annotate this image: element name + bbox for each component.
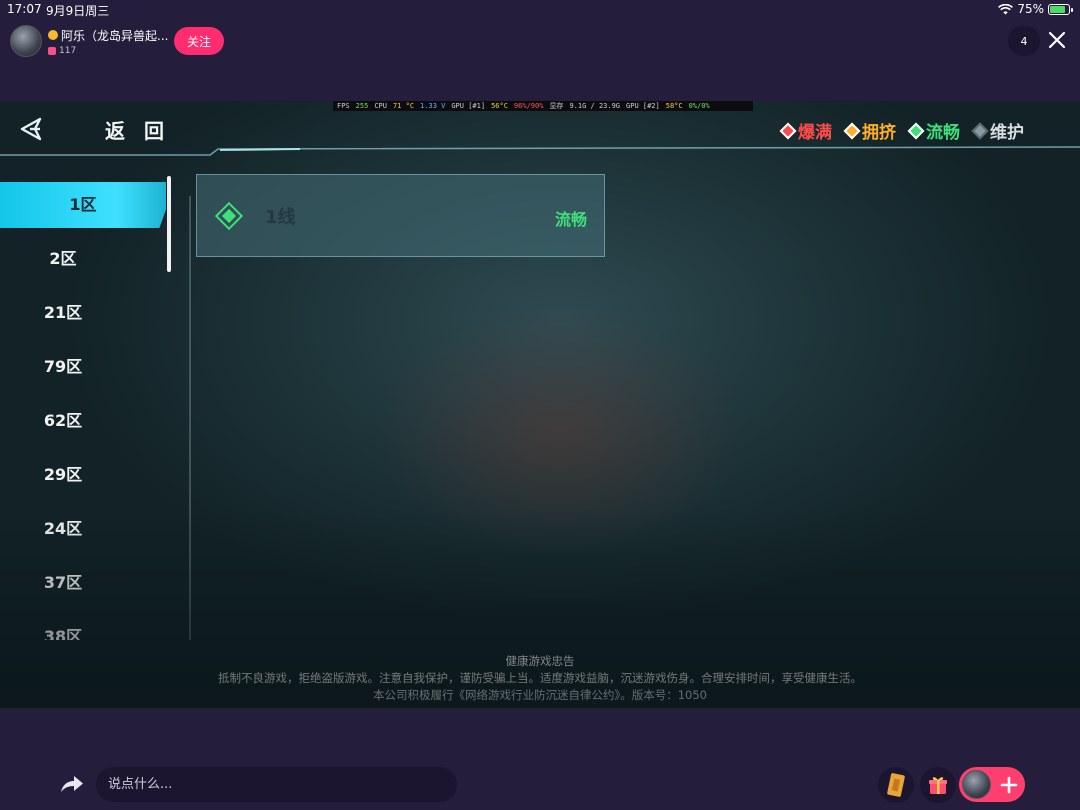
status-diamond-icon bbox=[215, 201, 243, 230]
zone-item[interactable]: 21区 bbox=[0, 286, 126, 340]
follow-button[interactable]: 关注 bbox=[174, 27, 224, 55]
ticket-icon bbox=[887, 773, 905, 797]
zone-item[interactable]: 24区 bbox=[0, 502, 126, 556]
status-right: 75% bbox=[998, 2, 1073, 16]
status-legend: 爆满 拥挤 流畅 维护 bbox=[779, 118, 1024, 143]
streamer-info: 阿乐（龙岛异兽起... 117 bbox=[48, 27, 174, 56]
notice-title: 健康游戏忠告 bbox=[505, 654, 575, 668]
gift-icon bbox=[929, 777, 947, 794]
battery-percent: 75% bbox=[1017, 2, 1044, 16]
health-notice: 健康游戏忠告 抵制不良游戏，拒绝盗版游戏。注意自我保护，谨防受骗上当。适度游戏益… bbox=[0, 653, 1080, 704]
share-icon[interactable] bbox=[58, 770, 86, 798]
header-divider bbox=[0, 146, 1080, 156]
likes-row: 117 bbox=[48, 46, 174, 56]
zone-item[interactable]: 37区 bbox=[0, 556, 126, 610]
zone-item[interactable]: 2区 bbox=[0, 232, 126, 286]
gpu2-temp: 58°C bbox=[665, 102, 683, 110]
gpu2-load: 0%/0% bbox=[688, 102, 710, 110]
vram-value: 9.1G / 23.9G bbox=[569, 102, 621, 110]
divider-line bbox=[189, 196, 191, 640]
gpu1-label: GPU [#1] bbox=[451, 102, 486, 110]
zone-item[interactable]: 29区 bbox=[0, 448, 126, 502]
close-icon[interactable] bbox=[1046, 29, 1068, 51]
legend-label: 维护 bbox=[990, 123, 1024, 143]
back-arrow-icon[interactable] bbox=[18, 115, 46, 143]
cpu-volt: 1.33 V bbox=[420, 102, 446, 110]
gpu1-load: 96%/90% bbox=[513, 102, 544, 110]
legend-label: 拥挤 bbox=[862, 123, 896, 143]
zone-list-scrollbar[interactable] bbox=[167, 176, 171, 272]
legend-item: 拥挤 bbox=[843, 118, 896, 143]
vram-label: 显存 bbox=[549, 102, 564, 110]
fps-overlay: FPS 255 CPU 71 °C 1.33 V GPU [#1] 56°C 9… bbox=[333, 101, 753, 111]
zone-item[interactable]: 1区 bbox=[0, 182, 166, 228]
status-time: 17:07 bbox=[7, 2, 42, 16]
fps-label: FPS bbox=[337, 102, 350, 110]
diamond-icon bbox=[907, 122, 925, 139]
zone-item[interactable]: 38区 bbox=[0, 610, 126, 640]
zone-item[interactable]: 62区 bbox=[0, 394, 126, 448]
wifi-icon bbox=[998, 3, 1014, 14]
notice-line-1: 抵制不良游戏，拒绝盗版游戏。注意自我保护，谨防受骗上当。适度游戏益脑，沉迷游戏伤… bbox=[218, 671, 862, 685]
streamer-avatar[interactable] bbox=[10, 25, 42, 57]
coin-icon bbox=[48, 30, 58, 40]
cpu-label: CPU bbox=[374, 102, 387, 110]
zone-item[interactable]: 79区 bbox=[0, 340, 126, 394]
legend-item: 爆满 bbox=[779, 118, 832, 143]
diamond-icon bbox=[779, 122, 797, 139]
diamond-icon bbox=[843, 122, 861, 139]
back-button[interactable]: 返 回 bbox=[105, 115, 170, 144]
line-card[interactable]: 1线 流畅 bbox=[196, 174, 605, 257]
viewer-count[interactable]: 4 bbox=[1008, 26, 1040, 56]
status-date: 9月9日周三 bbox=[46, 4, 110, 18]
gift-button[interactable] bbox=[920, 767, 956, 803]
battery-icon bbox=[1048, 3, 1073, 15]
streamer-name-row: 阿乐（龙岛异兽起... bbox=[48, 27, 174, 44]
fps-value: 255 bbox=[355, 102, 369, 110]
game-view: FPS 255 CPU 71 °C 1.33 V GPU [#1] 56°C 9… bbox=[0, 101, 1080, 708]
heart-icon bbox=[48, 46, 56, 55]
status-bar: 17:07 9月9日周三 75% bbox=[0, 0, 1080, 20]
line-status: 流畅 bbox=[554, 210, 587, 229]
line-name: 1线 bbox=[265, 206, 296, 228]
card-gift-button[interactable] bbox=[878, 767, 914, 803]
plus-icon bbox=[1000, 776, 1018, 793]
diamond-icon bbox=[971, 122, 989, 139]
zone-list[interactable]: 1区 2区 21区 79区 62区 29区 24区 37区 38区 bbox=[0, 178, 170, 640]
chat-input[interactable] bbox=[96, 767, 457, 802]
cpu-temp: 71 °C bbox=[392, 102, 415, 110]
add-button[interactable] bbox=[959, 767, 1025, 802]
legend-label: 流畅 bbox=[926, 123, 960, 143]
legend-item: 流畅 bbox=[907, 118, 960, 143]
streamer-name: 阿乐（龙岛异兽起... bbox=[61, 28, 169, 43]
legend-item: 维护 bbox=[971, 118, 1024, 143]
user-avatar bbox=[962, 770, 991, 799]
legend-label: 爆满 bbox=[798, 123, 832, 143]
notice-line-2: 本公司积极履行《网络游戏行业防沉迷自律公约》。版本号：1050 bbox=[372, 688, 707, 702]
gpu2-label: GPU [#2] bbox=[626, 102, 660, 110]
gpu1-temp: 56°C bbox=[491, 102, 508, 110]
streamer-header[interactable]: 阿乐（龙岛异兽起... 117 关注 bbox=[10, 25, 225, 57]
likes-count: 117 bbox=[59, 45, 77, 56]
